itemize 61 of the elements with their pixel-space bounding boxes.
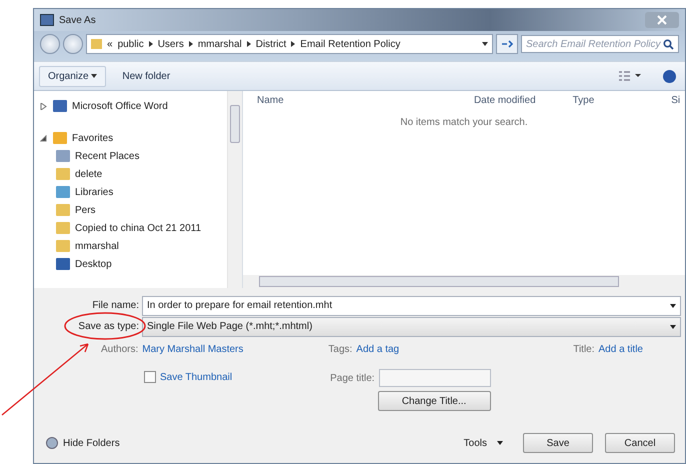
- sidebar-item[interactable]: Copied to china Oct 21 2011: [40, 219, 227, 237]
- caret-icon[interactable]: [482, 42, 488, 46]
- address-bar[interactable]: « public Users mmarshal District Email Retention Policy: [86, 34, 493, 54]
- window-title: Save As: [59, 14, 96, 26]
- chevron-icon[interactable]: [148, 41, 153, 47]
- new-folder-button[interactable]: New folder: [114, 66, 178, 86]
- field-label: File name:: [91, 300, 140, 311]
- column-header[interactable]: Type: [572, 94, 672, 106]
- sidebar-item[interactable]: Libraries: [40, 183, 227, 201]
- sidebar-item[interactable]: Pers: [40, 201, 227, 219]
- chevron-icon[interactable]: [188, 41, 193, 47]
- tags-link[interactable]: Add a tag: [356, 344, 400, 354]
- expander-icon[interactable]: [40, 102, 48, 110]
- checkbox-label[interactable]: Save Thumbnail: [160, 372, 232, 382]
- folder-icon: [56, 204, 70, 216]
- horizontal-scrollbar[interactable]: [243, 275, 685, 288]
- hide-folders-button[interactable]: Hide Folders: [46, 437, 120, 449]
- vertical-scrollbar[interactable]: [227, 91, 242, 288]
- search-field[interactable]: Search Email Retention Policy: [521, 35, 679, 53]
- cancel-button[interactable]: Cancel: [605, 433, 675, 453]
- page-title-field[interactable]: [378, 369, 491, 387]
- title-link[interactable]: Add a title: [598, 344, 643, 354]
- sidebar-item[interactable]: Microsoft Office Word: [40, 97, 227, 115]
- caret-icon: [497, 441, 503, 445]
- chevron-icon[interactable]: [291, 41, 296, 47]
- refresh-icon[interactable]: [496, 34, 518, 54]
- field-label: Page title:: [330, 372, 375, 384]
- forward-icon[interactable]: [63, 34, 83, 54]
- folder-icon: [56, 222, 70, 234]
- back-icon[interactable]: [40, 34, 60, 54]
- file-name-field[interactable]: In order to prepare for email retention.mht: [142, 296, 681, 316]
- search-icon: [663, 38, 674, 50]
- chevron-icon[interactable]: [246, 41, 251, 47]
- save-button[interactable]: Save: [523, 433, 593, 453]
- file-type-dropdown[interactable]: Single File Web Page (*.mht;*.mhtml): [142, 316, 681, 336]
- sidebar-item[interactable]: delete: [40, 165, 227, 183]
- sidebar-item[interactable]: Desktop: [40, 255, 227, 273]
- field-label: Save as type:: [77, 321, 140, 332]
- expander-icon[interactable]: [40, 134, 48, 142]
- sidebar-item[interactable]: Recent Places: [40, 147, 227, 165]
- field-label: Tags:: [328, 344, 352, 354]
- field-label: Title:: [573, 344, 595, 354]
- empty-message: No items match your search.: [399, 117, 529, 128]
- column-header[interactable]: Date modified: [474, 94, 573, 106]
- caret-icon: [91, 74, 98, 78]
- organize-button[interactable]: Organize: [39, 66, 106, 86]
- column-header[interactable]: Name: [257, 94, 474, 106]
- view-options-icon[interactable]: [619, 71, 641, 81]
- folder-icon: [91, 39, 102, 49]
- sidebar-item[interactable]: Favorites: [40, 129, 227, 147]
- checkbox[interactable]: [144, 371, 156, 383]
- folder-icon: [56, 168, 70, 180]
- authors-link[interactable]: Mary Marshall Masters: [142, 344, 244, 354]
- caret-icon: [670, 304, 676, 308]
- field-label: Authors:: [101, 344, 138, 354]
- sidebar-item[interactable]: mmarshal: [40, 237, 227, 255]
- folder-icon: [56, 240, 70, 252]
- caret-icon: [670, 324, 676, 328]
- change-title-button[interactable]: Change Title...: [378, 391, 491, 411]
- tools-button[interactable]: Tools: [464, 438, 503, 448]
- column-header[interactable]: Si: [671, 94, 685, 106]
